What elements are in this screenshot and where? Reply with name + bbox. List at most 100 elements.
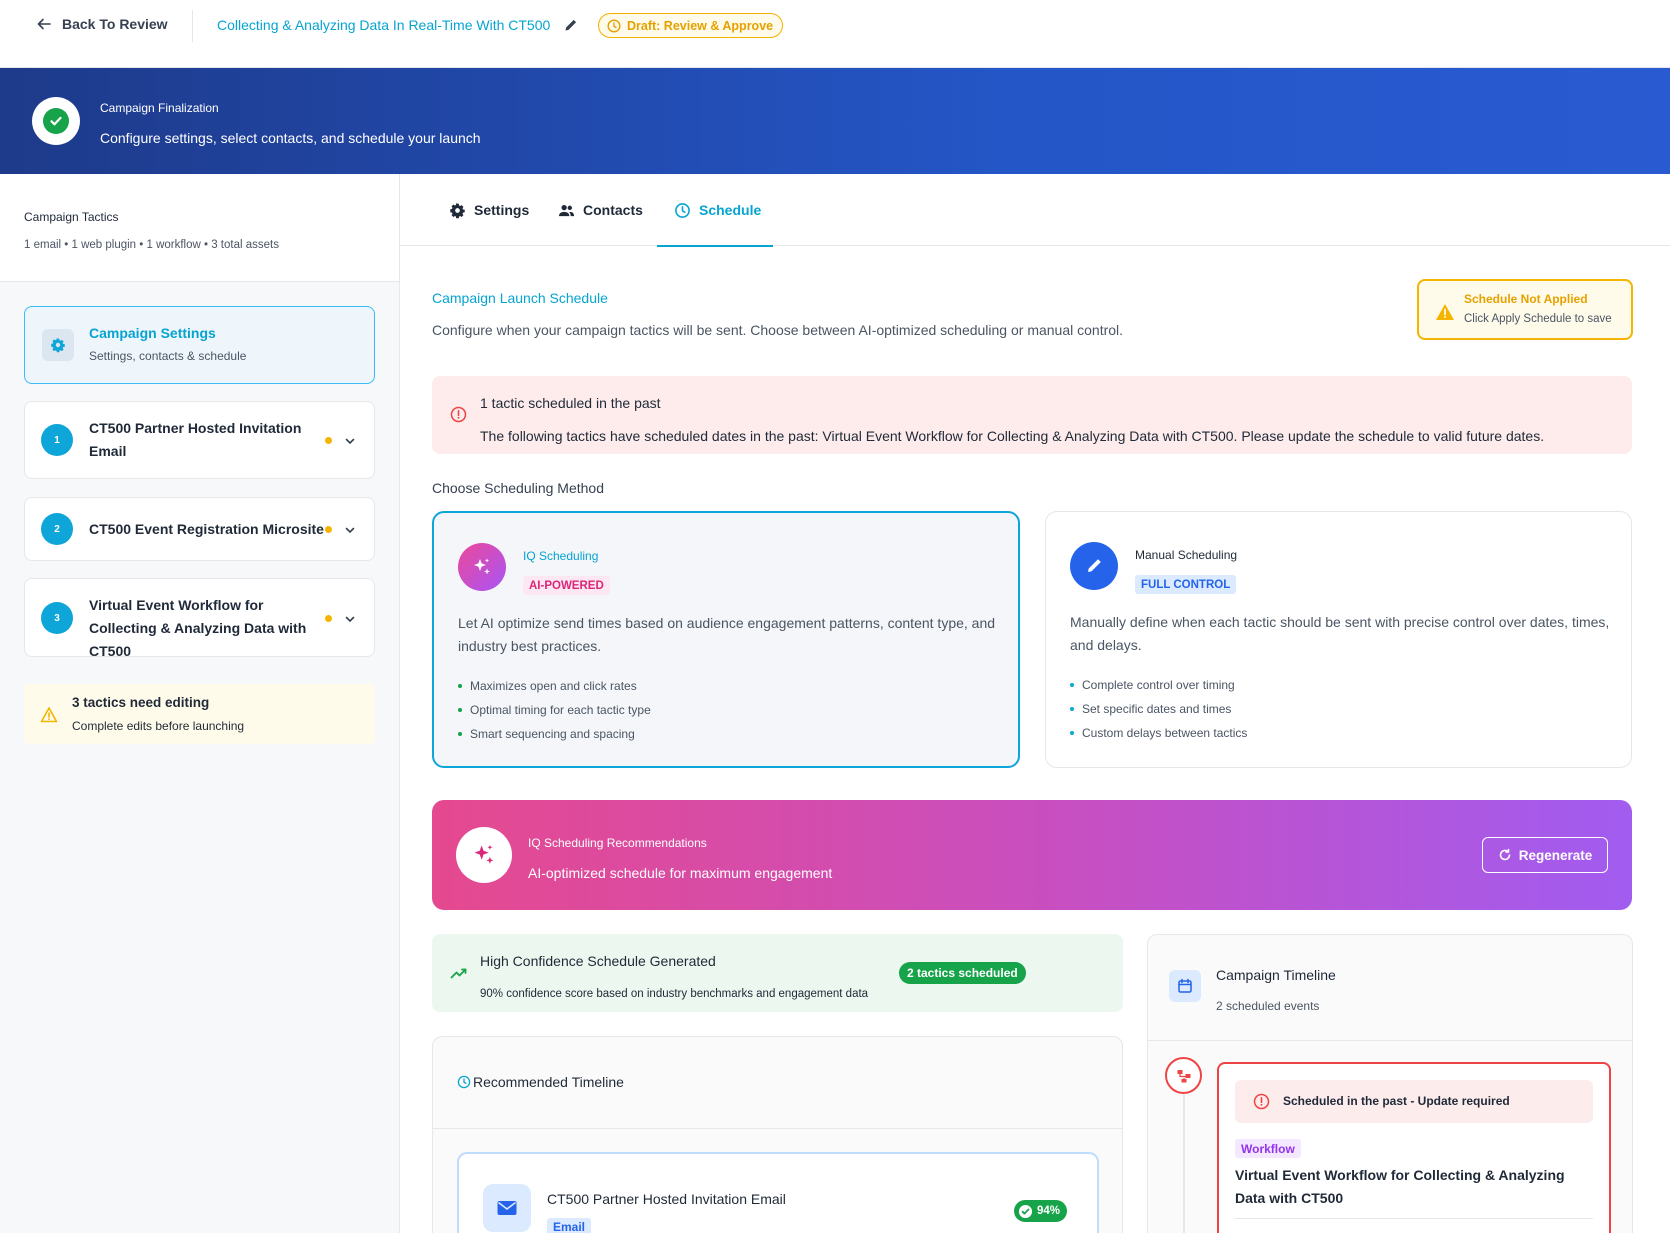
campaign-timeline-subtitle: 2 scheduled events — [1216, 999, 1320, 1013]
recommended-timeline-card: Recommended Timeline CT500 Partner Hoste… — [432, 1036, 1123, 1233]
divider — [192, 10, 193, 42]
recommended-timeline-title: Recommended Timeline — [473, 1074, 624, 1090]
schedule-not-applied-notice: Schedule Not Applied Click Apply Schedul… — [1417, 279, 1633, 340]
confidence-title: High Confidence Schedule Generated — [480, 953, 716, 969]
event-title: Virtual Event Workflow for Collecting & … — [1235, 1167, 1565, 1206]
alert-circle-icon — [1253, 1093, 1270, 1110]
choose-method-label: Choose Scheduling Method — [432, 480, 605, 496]
list-item: Maximizes open and click rates — [458, 674, 651, 698]
sidebar-tactic-3[interactable]: 3 Virtual Event Workflow for Collecting … — [24, 578, 375, 659]
calendar-icon — [1169, 970, 1201, 1002]
alert-circle-icon — [450, 406, 467, 423]
tactics-scheduled-badge: 2 tactics scheduled — [899, 962, 1026, 984]
sidebar-tactic-2[interactable]: 2 CT500 Event Registration Microsite — [24, 497, 375, 561]
list-item: Set specific dates and times — [1070, 697, 1247, 721]
campaign-settings-subtitle: Settings, contacts & schedule — [89, 349, 247, 363]
sparkles-icon — [458, 543, 506, 591]
gear-icon — [450, 202, 465, 218]
chevron-down-icon[interactable] — [343, 523, 357, 537]
tactic-name: CT500 Event Registration Microsite — [89, 521, 324, 537]
tactic-number: 2 — [41, 513, 73, 545]
gear-icon — [42, 329, 74, 361]
manual-title: Manual Scheduling — [1135, 548, 1238, 562]
status-badge-label: Draft: Review & Approve — [627, 18, 774, 33]
manual-benefits-list: Complete control over timing Set specifi… — [1070, 673, 1247, 745]
check-circle-icon — [32, 97, 80, 145]
mail-icon — [483, 1184, 531, 1232]
list-item: Optimal timing for each tactic type — [458, 698, 651, 722]
past-schedule-warning-text: Scheduled in the past - Update required — [1283, 1094, 1510, 1108]
tab-schedule[interactable]: Schedule — [674, 174, 761, 246]
chevron-down-icon[interactable] — [343, 612, 357, 626]
banner-eyebrow: Campaign Finalization — [100, 101, 219, 115]
tactic-number: 1 — [41, 424, 73, 456]
divider — [433, 1128, 1122, 1129]
clock-icon — [607, 18, 621, 33]
alert-title: 1 tactic scheduled in the past — [480, 395, 661, 411]
campaign-timeline-title: Campaign Timeline — [1216, 967, 1336, 983]
tactic-number: 3 — [41, 602, 73, 634]
confidence-summary: High Confidence Schedule Generated 90% c… — [432, 934, 1123, 1012]
status-dot — [325, 526, 332, 533]
status-dot — [325, 437, 332, 444]
campaign-timeline-card: Campaign Timeline 2 scheduled events Sch… — [1147, 934, 1633, 1233]
full-control-badge: FULL CONTROL — [1135, 575, 1237, 594]
edit-warning-title: 3 tactics need editing — [72, 695, 210, 710]
list-item: Complete control over timing — [1070, 673, 1247, 697]
chevron-down-icon[interactable] — [343, 434, 357, 448]
recommended-timeline-heading: Recommended Timeline — [457, 1074, 624, 1090]
campaign-settings-card[interactable]: Campaign Settings Settings, contacts & s… — [24, 306, 375, 384]
banner-headline: Configure settings, select contacts, and… — [100, 130, 481, 146]
iq-benefits-list: Maximizes open and click rates Optimal t… — [458, 674, 651, 746]
clock-icon — [675, 202, 690, 218]
refresh-icon — [1499, 848, 1511, 861]
arrow-left-icon — [37, 18, 51, 30]
timeline-event-card[interactable]: Scheduled in the past - Update required … — [1217, 1062, 1611, 1233]
past-schedule-warning: Scheduled in the past - Update required — [1235, 1080, 1593, 1123]
regenerate-label: Regenerate — [1518, 847, 1593, 863]
timeline-connector — [1183, 1095, 1185, 1233]
list-item: Smart sequencing and spacing — [458, 722, 651, 746]
list-item: Custom delays between tactics — [1070, 721, 1247, 745]
workflow-icon — [1165, 1057, 1202, 1094]
ai-powered-badge: AI-POWERED — [523, 576, 610, 595]
status-dot — [325, 615, 332, 622]
tab-contacts[interactable]: Contacts — [558, 174, 643, 246]
recommendations-title: IQ Scheduling Recommendations — [528, 836, 707, 850]
iq-scheduling-option[interactable]: IQ Scheduling AI-POWERED Let AI optimize… — [432, 511, 1020, 768]
back-to-review-button[interactable]: Back To Review — [36, 16, 168, 32]
tactic-name: CT500 Partner Hosted Invitation Email — [89, 420, 302, 459]
divider — [1235, 1218, 1593, 1219]
past-schedule-alert: 1 tactic scheduled in the past The follo… — [432, 376, 1632, 454]
check-circle-icon — [1018, 1204, 1033, 1218]
timeline-item[interactable]: CT500 Partner Hosted Invitation Email Em… — [457, 1152, 1099, 1233]
trending-up-icon — [450, 968, 467, 979]
tab-settings[interactable]: Settings — [449, 174, 529, 246]
schedule-subtitle: Configure when your campaign tactics wil… — [432, 322, 1124, 338]
manual-description: Manually define when each tactic should … — [1070, 614, 1610, 653]
campaign-timeline-header: Campaign Timeline 2 scheduled events — [1148, 935, 1632, 1041]
sidebar-summary: 1 email • 1 web plugin • 1 workflow • 3 … — [24, 239, 279, 251]
schedule-title: Campaign Launch Schedule — [432, 290, 608, 306]
sidebar-tactic-1[interactable]: 1 CT500 Partner Hosted Invitation Email — [24, 401, 375, 479]
manual-scheduling-option[interactable]: Manual Scheduling FULL CONTROL Manually … — [1045, 511, 1632, 768]
tab-label: Contacts — [583, 202, 643, 218]
sparkles-icon — [456, 827, 512, 883]
regenerate-button[interactable]: Regenerate — [1482, 837, 1608, 873]
warning-triangle-icon — [40, 707, 58, 723]
sidebar-header: Campaign Tactics 1 email • 1 web plugin … — [0, 174, 399, 282]
alert-message: The following tactics have scheduled dat… — [480, 428, 1545, 444]
tab-label: Settings — [474, 202, 530, 218]
top-bar: Back To Review Collecting & Analyzing Da… — [0, 0, 1670, 68]
pencil-icon — [1070, 542, 1118, 590]
tab-bar: Settings Contacts Schedule — [400, 174, 1670, 246]
iq-recommendations-banner: IQ Scheduling Recommendations AI-optimiz… — [432, 800, 1632, 910]
notice-title: Schedule Not Applied — [1464, 292, 1588, 306]
edit-pencil-icon[interactable] — [563, 17, 579, 33]
tactic-type-tag: Workflow — [1235, 1139, 1301, 1158]
tab-label: Schedule — [699, 202, 762, 218]
campaign-title[interactable]: Collecting & Analyzing Data In Real-Time… — [217, 17, 550, 33]
edit-warning: 3 tactics need editing Complete edits be… — [24, 684, 375, 744]
campaign-settings-title: Campaign Settings — [89, 325, 216, 341]
iq-description: Let AI optimize send times based on audi… — [458, 615, 996, 654]
